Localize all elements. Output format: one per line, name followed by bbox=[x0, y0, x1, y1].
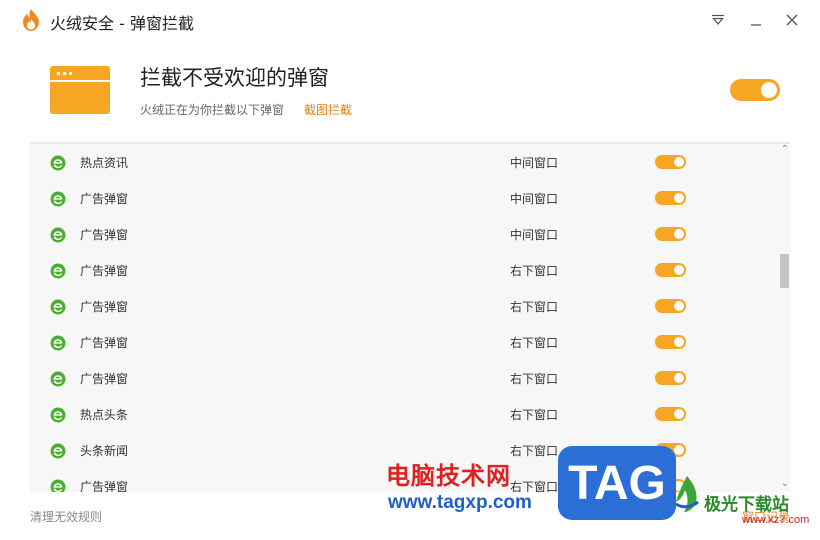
toggle-knob bbox=[674, 301, 684, 311]
list-item: 广告弹窗 中间窗口 bbox=[30, 216, 775, 252]
title-bar: 火绒安全 - 弹窗拦截 bbox=[0, 0, 820, 40]
rule-name: 广告弹窗 bbox=[80, 192, 129, 206]
rule-window-position: 右下窗口 bbox=[510, 264, 559, 278]
list-item: 广告弹窗 中间窗口 bbox=[30, 180, 775, 216]
toggle-knob bbox=[674, 157, 684, 167]
toggle-knob bbox=[674, 337, 684, 347]
rule-name: 广告弹窗 bbox=[80, 336, 129, 350]
popup-rules-list[interactable]: 热点资讯 中间窗口 广告弹窗 中间窗口 广告弹窗 中间窗口 广告弹窗 右下窗口 广告弹窗 右下窗口… bbox=[30, 142, 790, 492]
rule-name: 广告弹窗 bbox=[80, 300, 129, 314]
rule-toggle[interactable] bbox=[655, 263, 686, 277]
rule-window-position: 右下窗口 bbox=[510, 444, 559, 458]
clear-invalid-rules-link[interactable]: 清理无效规则 bbox=[30, 508, 102, 525]
ie-browser-icon bbox=[50, 191, 66, 207]
toggle-knob bbox=[674, 229, 684, 239]
watermark-site-url: www.tagxp.com bbox=[388, 492, 532, 513]
minimize-icon[interactable] bbox=[746, 10, 766, 30]
rule-toggle[interactable] bbox=[655, 227, 686, 241]
scroll-up-arrow-icon[interactable]: ⌃ bbox=[778, 144, 790, 158]
ie-browser-icon bbox=[50, 155, 66, 171]
ie-browser-icon bbox=[50, 479, 66, 492]
ie-browser-icon bbox=[50, 407, 66, 423]
page-title: 拦截不受欢迎的弹窗 bbox=[140, 66, 329, 90]
rule-name: 热点资讯 bbox=[80, 156, 129, 170]
rule-name: 广告弹窗 bbox=[80, 372, 129, 386]
toggle-knob bbox=[674, 445, 684, 455]
ie-browser-icon bbox=[50, 443, 66, 459]
rule-window-position: 右下窗口 bbox=[510, 480, 559, 492]
rule-window-position: 中间窗口 bbox=[510, 228, 559, 242]
popup-block-master-toggle[interactable] bbox=[730, 79, 780, 101]
list-item: 广告弹窗 右下窗口 bbox=[30, 288, 775, 324]
list-item: 广告弹窗 右下窗口 bbox=[30, 360, 775, 396]
ie-browser-icon bbox=[50, 335, 66, 351]
rule-name: 广告弹窗 bbox=[80, 264, 129, 278]
ie-browser-icon bbox=[50, 371, 66, 387]
list-item: 广告弹窗 右下窗口 bbox=[30, 324, 775, 360]
ie-browser-icon bbox=[50, 263, 66, 279]
rule-window-position: 右下窗口 bbox=[510, 336, 559, 350]
watermark-site2-url: www.xz7.com bbox=[742, 514, 810, 526]
toggle-knob bbox=[674, 409, 684, 419]
rule-window-position: 中间窗口 bbox=[510, 192, 559, 206]
rule-window-position: 右下窗口 bbox=[510, 372, 559, 386]
ie-browser-icon bbox=[50, 227, 66, 243]
watermark-aurora-logo-icon bbox=[675, 476, 699, 512]
screenshot-block-link[interactable]: 截图拦截 bbox=[304, 101, 352, 118]
dropdown-menu-icon[interactable] bbox=[708, 10, 728, 30]
window-title: 火绒安全 - 弹窗拦截 bbox=[50, 14, 194, 33]
huorong-flame-icon bbox=[23, 9, 39, 31]
popup-window-icon bbox=[50, 66, 110, 114]
rule-toggle[interactable] bbox=[655, 191, 686, 205]
list-item: 热点头条 右下窗口 bbox=[30, 396, 775, 432]
toggle-knob bbox=[761, 82, 777, 98]
rule-toggle[interactable] bbox=[655, 371, 686, 385]
rule-window-position: 中间窗口 bbox=[510, 156, 559, 170]
toggle-knob bbox=[674, 373, 684, 383]
rule-toggle[interactable] bbox=[655, 299, 686, 313]
ie-browser-icon bbox=[50, 299, 66, 315]
toggle-knob bbox=[674, 265, 684, 275]
watermark-tag-logo: TAG bbox=[558, 446, 676, 520]
rule-name: 热点头条 bbox=[80, 408, 129, 422]
list-item: 热点资讯 中间窗口 bbox=[30, 144, 775, 180]
watermark-site-name: 电脑技术网 bbox=[386, 462, 511, 490]
page-description: 火绒正在为你拦截以下弹窗 bbox=[140, 103, 285, 117]
rule-name: 广告弹窗 bbox=[80, 228, 129, 242]
rule-name: 广告弹窗 bbox=[80, 480, 129, 492]
close-icon[interactable] bbox=[782, 10, 802, 30]
watermark-site2-name: 极光下载站 bbox=[704, 495, 789, 515]
rule-window-position: 右下窗口 bbox=[510, 300, 559, 314]
rule-toggle[interactable] bbox=[655, 155, 686, 169]
rule-window-position: 右下窗口 bbox=[510, 408, 559, 422]
toggle-knob bbox=[674, 193, 684, 203]
scrollbar-thumb[interactable] bbox=[780, 254, 789, 288]
rule-toggle[interactable] bbox=[655, 407, 686, 421]
list-item: 广告弹窗 右下窗口 bbox=[30, 252, 775, 288]
rule-toggle[interactable] bbox=[655, 335, 686, 349]
rule-name: 头条新闻 bbox=[80, 444, 129, 458]
